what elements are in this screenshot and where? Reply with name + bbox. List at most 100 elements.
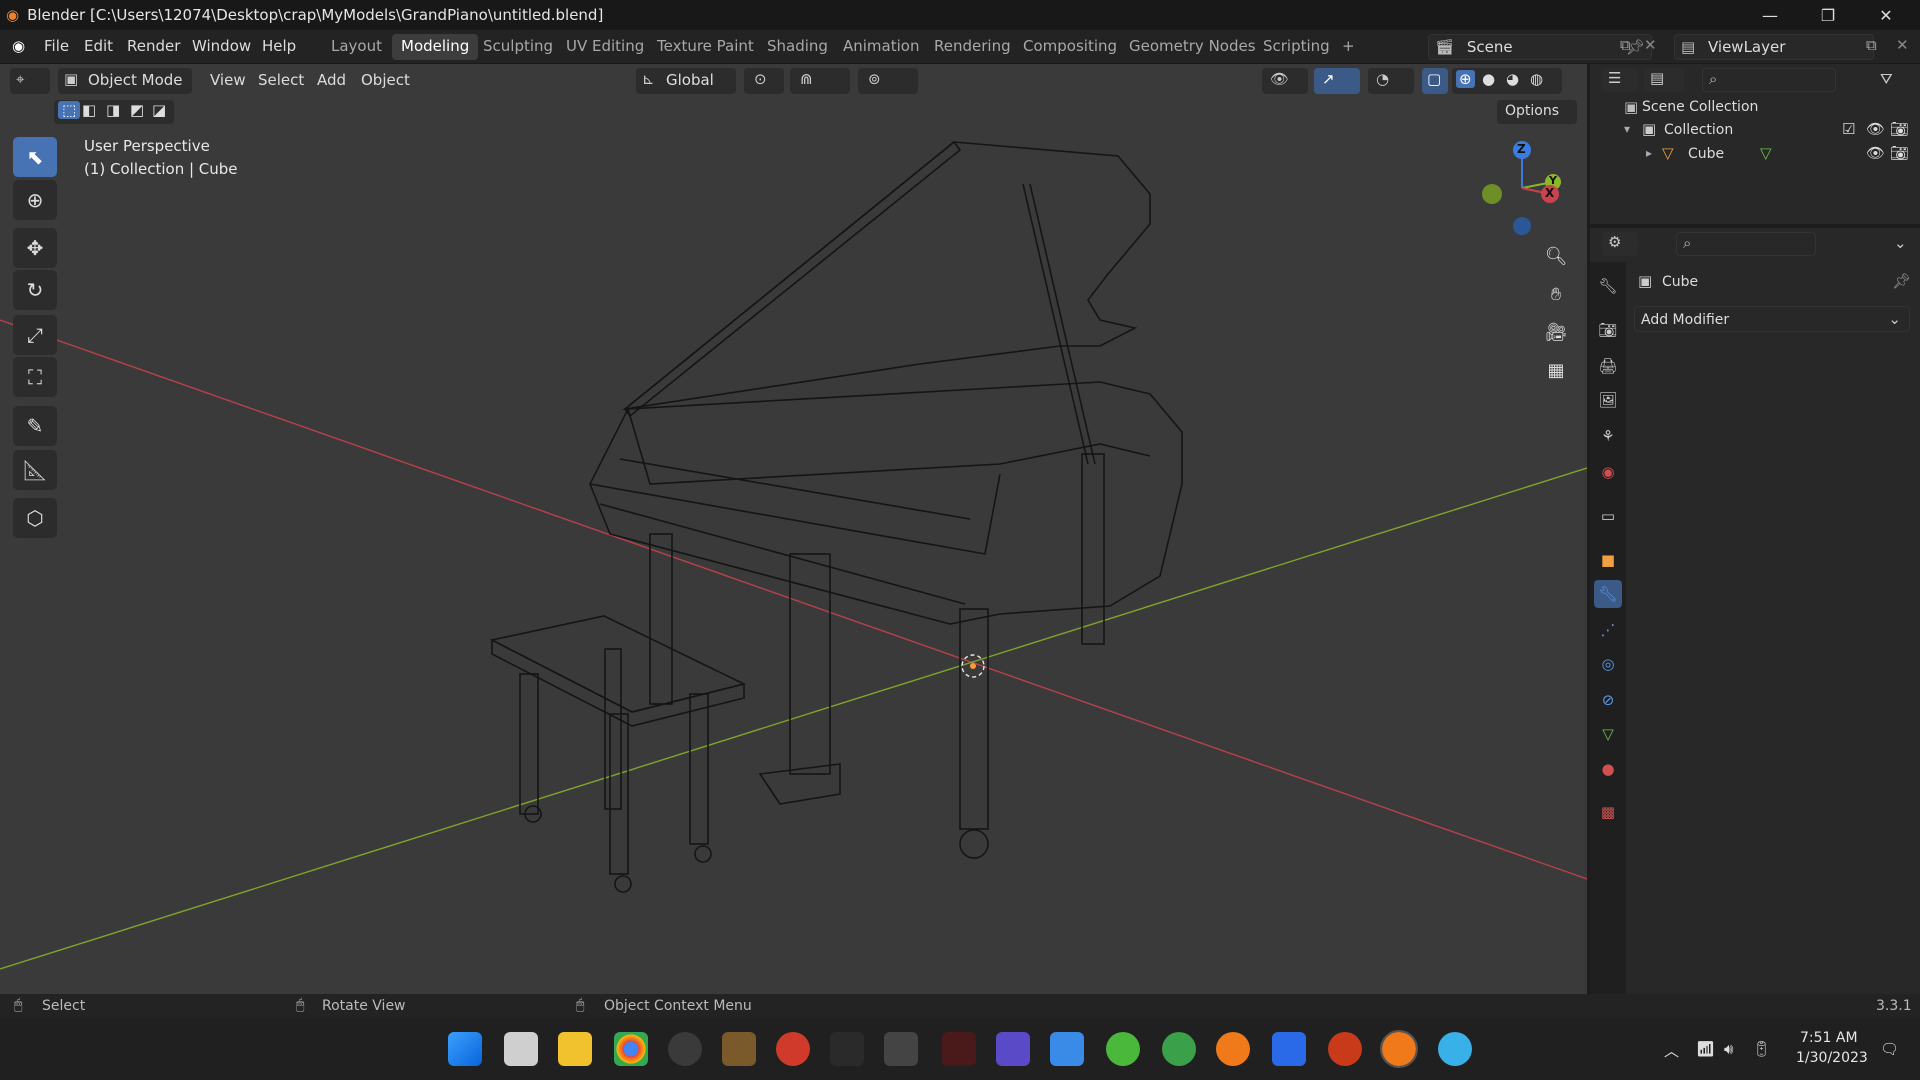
task-view-icon[interactable]: [504, 1032, 538, 1066]
collapse-icon[interactable]: ▾: [1624, 122, 1630, 136]
clock-time[interactable]: 7:51 AM: [1800, 1030, 1858, 1046]
add-cube-tool[interactable]: ⬡: [13, 498, 57, 538]
particles-tab[interactable]: ⋰: [1594, 616, 1622, 644]
collection-render-icon[interactable]: 📷︎: [1890, 120, 1909, 138]
app-icon-2[interactable]: [884, 1032, 918, 1066]
add-workspace-button[interactable]: +: [1333, 34, 1364, 60]
properties-search-input[interactable]: ⌕: [1676, 232, 1816, 256]
notification-icon[interactable]: 🗨︎: [1880, 1040, 1899, 1058]
app-icon-9[interactable]: [1328, 1032, 1362, 1066]
cube-visibility-icon[interactable]: 👁︎: [1866, 144, 1885, 162]
rendered-shading-icon[interactable]: ◍: [1530, 70, 1543, 88]
camera-view-button[interactable]: 🎥︎: [1540, 316, 1572, 348]
visibility-button[interactable]: 👁︎: [1262, 68, 1308, 94]
workspace-tab-rendering[interactable]: Rendering: [925, 34, 1020, 60]
outliner-editor-type[interactable]: ☰: [1602, 68, 1638, 92]
render-tab[interactable]: 📷︎: [1594, 316, 1622, 344]
delete-view-layer-icon[interactable]: ✕: [1896, 36, 1909, 54]
collection-tab[interactable]: ▭: [1594, 502, 1622, 530]
workspace-tab-scripting[interactable]: Scripting: [1254, 34, 1339, 60]
windows-start-icon[interactable]: [448, 1032, 482, 1066]
viewport-menu-add[interactable]: Add: [317, 71, 346, 89]
workspace-tab-compositing[interactable]: Compositing: [1014, 34, 1126, 60]
cube-render-icon[interactable]: 📷︎: [1890, 144, 1909, 162]
output-tab[interactable]: 🖨︎: [1594, 352, 1622, 380]
material-tab[interactable]: ●: [1594, 755, 1622, 783]
display-mode-button[interactable]: ▤: [1644, 68, 1684, 92]
minimize-icon[interactable]: —: [1742, 0, 1798, 30]
menu-help[interactable]: Help: [262, 37, 296, 55]
modifier-tab[interactable]: 🔧︎: [1594, 580, 1622, 608]
properties-editor-type[interactable]: ⚙︎: [1602, 232, 1638, 256]
workspace-tab-geometry-nodes[interactable]: Geometry Nodes: [1120, 34, 1265, 60]
wifi-icon[interactable]: 📶︎: [1696, 1040, 1715, 1058]
scene-collection-label[interactable]: Scene Collection: [1642, 99, 1758, 115]
app-icon-5[interactable]: [1050, 1032, 1084, 1066]
collection-label[interactable]: Collection: [1664, 122, 1733, 138]
properties-pin-icon[interactable]: 📌︎: [1892, 272, 1911, 290]
chrome-icon[interactable]: [614, 1032, 648, 1066]
menu-render[interactable]: Render: [127, 37, 180, 55]
material-shading-icon[interactable]: ◕: [1506, 70, 1519, 88]
snap-button[interactable]: ⋒: [790, 68, 850, 94]
workspace-tab-sculpting[interactable]: Sculpting: [474, 34, 562, 60]
scene-tab[interactable]: ⚘: [1594, 422, 1622, 450]
app-icon-8[interactable]: [1272, 1032, 1306, 1066]
flash-icon[interactable]: [776, 1032, 810, 1066]
workspace-tab-animation[interactable]: Animation: [834, 34, 928, 60]
mode-selector[interactable]: ▣ Object Mode: [58, 68, 192, 94]
app-icon-6[interactable]: [1106, 1032, 1140, 1066]
options-button[interactable]: Options: [1497, 100, 1577, 124]
data-tab[interactable]: ▽: [1594, 720, 1622, 748]
collection-visibility-icon[interactable]: 👁︎: [1866, 120, 1885, 138]
move-tool[interactable]: ✥: [13, 228, 57, 268]
world-tab[interactable]: ◉: [1594, 458, 1622, 486]
ortho-toggle-button[interactable]: ▦: [1540, 354, 1572, 386]
obs-icon[interactable]: [668, 1032, 702, 1066]
texture-tab[interactable]: ▩: [1594, 798, 1622, 826]
select-extend-icon[interactable]: ◧: [82, 101, 96, 119]
cursor-tool[interactable]: ⊕: [13, 180, 57, 220]
view-layer-tab[interactable]: 🖼︎: [1594, 386, 1622, 414]
tool-tab[interactable]: 🔧︎: [1594, 272, 1622, 300]
editor-type-button[interactable]: ⌖: [10, 68, 50, 94]
restore-icon[interactable]: ❐: [1800, 0, 1856, 30]
pivot-point-button[interactable]: ⊙: [744, 68, 784, 94]
constraints-tab[interactable]: ⊘: [1594, 686, 1622, 714]
menu-window[interactable]: Window: [192, 37, 251, 55]
blender-menu-icon[interactable]: ◉: [12, 37, 25, 55]
select-invert-icon[interactable]: ◩: [130, 101, 144, 119]
object-tab[interactable]: ■: [1594, 546, 1622, 574]
transform-orientation-selector[interactable]: ⊾ Global: [636, 68, 736, 94]
filter-icon[interactable]: ⛛: [1880, 70, 1893, 88]
select-box-tool[interactable]: ⬉: [13, 137, 57, 177]
view-layer-selector[interactable]: ▤ ViewLayer: [1674, 34, 1874, 60]
workspace-tab-uv-editing[interactable]: UV Editing: [557, 34, 653, 60]
workspace-tab-shading[interactable]: Shading: [758, 34, 837, 60]
app-icon-3[interactable]: [942, 1032, 976, 1066]
app-icon-7[interactable]: [1162, 1032, 1196, 1066]
clock-date[interactable]: 1/30/2023: [1796, 1050, 1868, 1066]
menu-edit[interactable]: Edit: [84, 37, 113, 55]
menu-file[interactable]: File: [44, 37, 69, 55]
measure-tool[interactable]: 📐︎: [13, 450, 57, 490]
overlays-button[interactable]: ◔: [1368, 68, 1414, 94]
expand-icon[interactable]: ▸: [1646, 146, 1652, 160]
volume-icon[interactable]: 🔊︎: [1724, 1040, 1733, 1058]
app-icon-4[interactable]: [996, 1032, 1030, 1066]
cube-object-label[interactable]: Cube: [1688, 146, 1724, 162]
navigation-gizmo[interactable]: Z Y X: [1470, 138, 1580, 248]
game-icon[interactable]: [722, 1032, 756, 1066]
solid-shading-icon[interactable]: ●: [1482, 70, 1495, 88]
workspace-tab-layout[interactable]: Layout: [322, 34, 391, 60]
wireframe-shading-icon[interactable]: ⊕: [1456, 70, 1475, 88]
viewport-menu-view[interactable]: View: [210, 71, 246, 89]
annotate-tool[interactable]: ✎: [13, 406, 57, 446]
app-icon-10[interactable]: [1438, 1032, 1472, 1066]
proportional-edit-button[interactable]: ⊚: [858, 68, 918, 94]
zoom-button[interactable]: 🔍︎: [1540, 240, 1572, 272]
select-subtract-icon[interactable]: ◨: [106, 101, 120, 119]
xray-button[interactable]: ▢: [1422, 68, 1448, 94]
blender-taskbar-icon[interactable]: [1216, 1032, 1250, 1066]
physics-tab[interactable]: ◎: [1594, 650, 1622, 678]
